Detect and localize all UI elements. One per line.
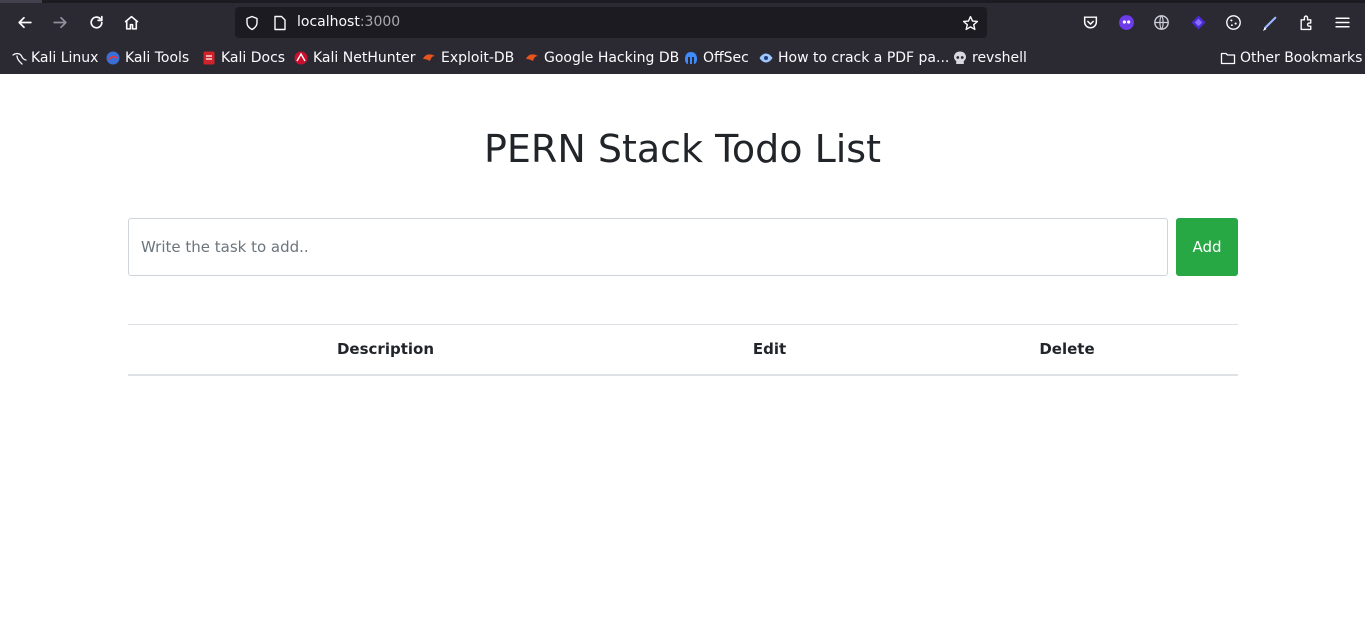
todo-app: PERN Stack Todo List Add Description Edi… xyxy=(0,74,1365,617)
arrow-left-icon xyxy=(17,16,32,28)
kali-docs-icon xyxy=(201,50,217,66)
back-button[interactable] xyxy=(9,8,39,36)
eye-icon xyxy=(758,50,774,66)
bookmark-label: Kali Docs xyxy=(221,50,286,66)
bookmark-kali-docs[interactable]: Kali Docs xyxy=(201,47,285,69)
folder-icon xyxy=(1220,50,1236,66)
shield-icon[interactable] xyxy=(242,13,262,33)
column-header-delete: Delete xyxy=(896,324,1238,376)
bookmark-offsec[interactable]: OffSec xyxy=(683,47,749,69)
bookmark-revshell[interactable]: revshell xyxy=(952,47,1027,69)
bookmark-kali-linux[interactable]: Kali Linux xyxy=(11,47,98,69)
offsec-icon xyxy=(683,50,699,66)
kali-tools-icon xyxy=(105,50,121,66)
forward-button[interactable] xyxy=(45,8,75,36)
menu-icon[interactable] xyxy=(1329,9,1355,35)
star-icon[interactable] xyxy=(959,12,981,34)
reload-button[interactable] xyxy=(81,8,111,36)
bookmark-crack-pdf[interactable]: How to crack a PDF pa... xyxy=(758,47,949,69)
address-bar[interactable]: localhost:3000 xyxy=(235,7,987,38)
nethunter-icon xyxy=(293,50,309,66)
arrow-right-icon xyxy=(52,16,67,28)
extension-icon[interactable] xyxy=(1185,9,1211,35)
cookie-icon[interactable] xyxy=(1220,9,1246,35)
globe-icon[interactable] xyxy=(1148,9,1174,35)
other-bookmarks[interactable]: Other Bookmarks xyxy=(1220,47,1362,69)
bookmark-label: Kali NetHunter xyxy=(313,50,416,66)
page-icon[interactable] xyxy=(270,13,290,33)
extension-icon[interactable] xyxy=(1113,9,1139,35)
add-button[interactable]: Add xyxy=(1176,218,1238,276)
ghdb-icon xyxy=(524,50,540,66)
bookmarks-toolbar: Kali Linux Kali Tools Kali Docs Kali Net… xyxy=(0,44,1365,71)
bookmark-label: Kali Tools xyxy=(125,50,190,66)
bookmark-label: Kali Linux xyxy=(31,50,99,66)
kali-dragon-icon xyxy=(11,50,27,66)
bookmark-label: Google Hacking DB xyxy=(544,50,680,66)
bookmark-label: How to crack a PDF pa... xyxy=(778,50,950,66)
bookmark-label: Exploit-DB xyxy=(441,50,515,66)
url-text[interactable]: localhost:3000 xyxy=(297,13,400,32)
home-icon xyxy=(124,15,138,30)
bookmark-label: OffSec xyxy=(703,50,749,66)
bookmark-label: revshell xyxy=(972,50,1027,66)
home-button[interactable] xyxy=(116,8,146,36)
reload-icon xyxy=(89,15,103,29)
bookmark-google-hacking-db[interactable]: Google Hacking DB xyxy=(524,47,679,69)
todo-table: Description Edit Delete xyxy=(128,324,1238,376)
exploit-db-icon xyxy=(421,50,437,66)
skull-icon xyxy=(952,50,968,66)
navigation-toolbar: localhost:3000 xyxy=(0,3,1365,41)
browser-chrome: localhost:3000 Kali Linux Kali Tools Kal… xyxy=(0,0,1365,74)
page-title: PERN Stack Todo List xyxy=(484,127,881,171)
table-header-row: Description Edit Delete xyxy=(128,324,1238,376)
column-header-edit: Edit xyxy=(643,324,896,376)
url-port: :3000 xyxy=(359,14,401,30)
column-header-description: Description xyxy=(128,324,643,376)
pocket-icon[interactable] xyxy=(1077,9,1103,35)
bookmark-label: Other Bookmarks xyxy=(1240,50,1363,66)
bookmark-kali-tools[interactable]: Kali Tools xyxy=(105,47,189,69)
url-host: localhost xyxy=(297,14,360,30)
puzzle-icon[interactable] xyxy=(1293,9,1319,35)
bookmark-kali-nethunter[interactable]: Kali NetHunter xyxy=(293,47,415,69)
pen-icon[interactable] xyxy=(1257,9,1283,35)
task-input[interactable] xyxy=(128,218,1168,276)
bookmark-exploit-db[interactable]: Exploit-DB xyxy=(421,47,514,69)
